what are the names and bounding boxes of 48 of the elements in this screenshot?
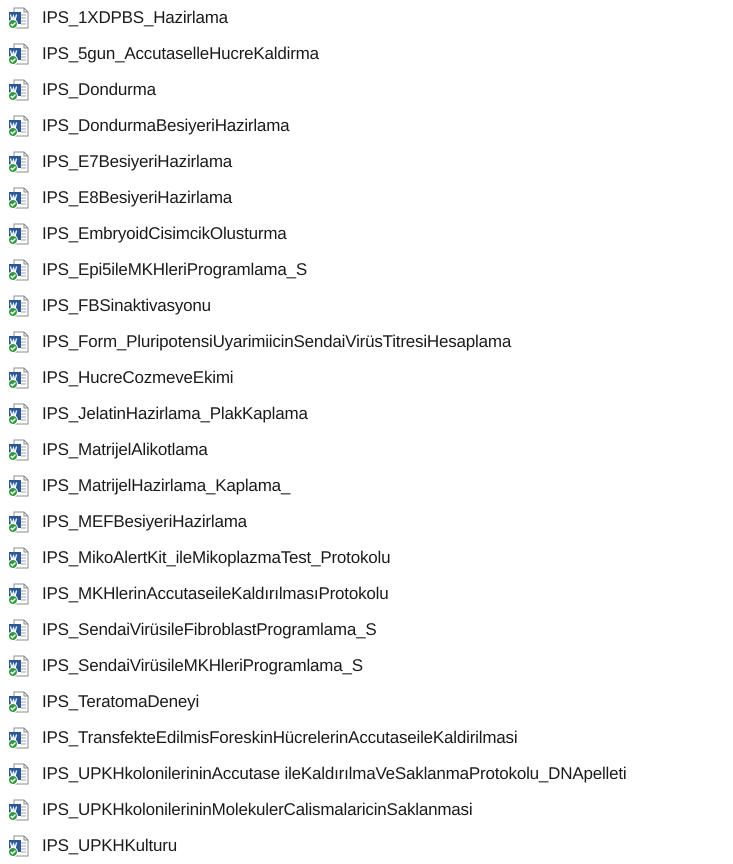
document-check-icon [7,330,31,354]
document-check-icon [7,726,31,750]
document-check-icon [7,582,31,606]
document-check-icon [7,258,31,282]
file-name[interactable]: IPS_E7BesiyeriHazirlama [42,152,232,172]
file-name[interactable]: IPS_SendaiVirüsileMKHleriProgramlama_S [42,656,363,676]
document-check-icon [7,150,31,174]
file-name[interactable]: IPS_MikoAlertKit_ileMikoplazmaTest_Protokolu [42,548,390,568]
document-check-icon [7,42,31,66]
document-check-icon [7,114,31,138]
document-check-icon [7,762,31,786]
document-check-icon [7,6,31,30]
document-check-icon [7,546,31,570]
file-name[interactable]: IPS_DondurmaBesiyeriHazirlama [42,116,290,136]
document-check-icon [7,834,31,858]
file-name[interactable]: IPS_JelatinHazirlama_PlakKaplama [42,404,308,424]
file-name[interactable]: IPS_UPKHkolonilerininAccutase ileKaldırılmaVeSaklanmaProtokolu_DNApelleti [42,764,626,784]
document-check-icon [7,78,31,102]
document-check-icon [7,618,31,642]
document-check-icon [7,402,31,426]
document-check-icon [7,654,31,678]
file-name[interactable]: IPS_HucreCozmeveEkimi [42,368,234,388]
document-check-icon [7,366,31,390]
file-name[interactable]: IPS_SendaiVirüsileFibroblastProgramlama_S [42,620,376,640]
file-name[interactable]: IPS_1XDPBS_Hazirlama [42,8,228,28]
document-check-icon [7,474,31,498]
document-check-icon [7,294,31,318]
document-check-icon [7,186,31,210]
file-name[interactable]: IPS_TransfekteEdilmisForeskinHücrelerinAccutaseileKaldirilmasi [42,728,518,748]
file-name[interactable]: IPS_E8BesiyeriHazirlama [42,188,232,208]
document-check-icon [7,438,31,462]
file-name[interactable]: IPS_MEFBesiyeriHazirlama [42,512,247,532]
file-name[interactable]: IPS_TeratomaDeneyi [42,692,200,712]
file-name[interactable]: IPS_MatrijelHazirlama_Kaplama_ [42,476,290,496]
file-name[interactable]: IPS_5gun_AccutaselleHucreKaldirma [42,44,319,64]
document-check-icon [7,798,31,822]
document-check-icon [7,690,31,714]
file-name[interactable]: IPS_MKHlerinAccutaseileKaldırılmasıProtokolu [42,584,388,604]
file-name[interactable]: IPS_Epi5ileMKHleriProgramlama_S [42,260,307,280]
file-name[interactable]: IPS_FBSinaktivasyonu [42,296,211,316]
file-name[interactable]: IPS_MatrijelAlikotlama [42,440,208,460]
file-name[interactable]: IPS_EmbryoidCisimcikOlusturma [42,224,287,244]
document-check-icon [7,510,31,534]
file-name[interactable]: IPS_Dondurma [42,80,156,100]
file-name[interactable]: IPS_UPKHKulturu [42,836,177,856]
file-name[interactable]: IPS_UPKHkolonilerininMolekulerCalismalaricinSaklanmasi [42,800,472,820]
document-check-icon [7,222,31,246]
file-name[interactable]: IPS_Form_PluripotensiUyarimiicinSendaiVirüsTitresiHesaplama [42,332,512,352]
